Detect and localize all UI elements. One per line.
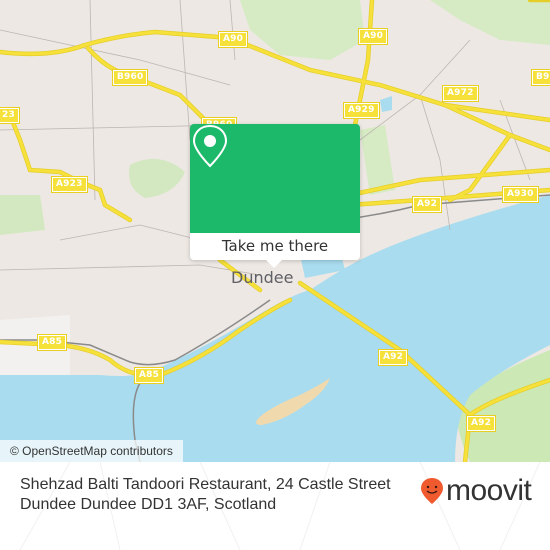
road-label-a929: A929	[343, 102, 380, 119]
road-label-b9: B9	[531, 69, 550, 86]
park-area	[129, 158, 185, 198]
popup-header	[190, 124, 360, 233]
road-label-a930: A930	[502, 186, 539, 203]
moovit-wordmark: moovit	[446, 474, 532, 507]
popup-tail	[266, 260, 282, 268]
location-popup: Take me there	[190, 124, 360, 268]
address-text: Shehzad Balti Tandoori Restaurant, 24 Ca…	[20, 475, 420, 515]
park-area	[430, 0, 550, 45]
park-area	[0, 195, 45, 235]
take-me-there-button[interactable]: Take me there	[190, 233, 360, 260]
road-label-a923: 23	[0, 107, 20, 124]
address-line-2: Dundee Dundee DD1 3AF, Scotland	[20, 496, 277, 513]
map-attribution[interactable]: © OpenStreetMap contributors	[0, 440, 183, 462]
moovit-smile-pin-icon	[421, 478, 443, 504]
road-label-a90: A90	[357, 28, 389, 45]
moovit-logo[interactable]: moovit	[420, 474, 532, 508]
road-label-a92: A92	[411, 196, 443, 213]
address-line-1: Shehzad Balti Tandoori Restaurant, 24 Ca…	[20, 476, 391, 493]
footer: Shehzad Balti Tandoori Restaurant, 24 Ca…	[0, 462, 550, 550]
road-label-a90: A90	[217, 31, 249, 48]
location-pin-icon	[192, 124, 228, 168]
road-label-b960: B960	[111, 69, 149, 86]
road-label-a92: A92	[377, 349, 409, 366]
road-label-a85: A85	[36, 334, 68, 351]
pond	[380, 96, 392, 112]
city-label-dundee: Dundee	[231, 268, 294, 287]
road-label-a92: A92	[465, 415, 497, 432]
road-label-a972: A972	[442, 85, 479, 102]
road-label-a85: A85	[133, 367, 165, 384]
map[interactable]: A90 A90 B960 B960 B9 23 A923 A929 A972 A…	[0, 0, 550, 462]
road-label-a923: A923	[51, 176, 88, 193]
